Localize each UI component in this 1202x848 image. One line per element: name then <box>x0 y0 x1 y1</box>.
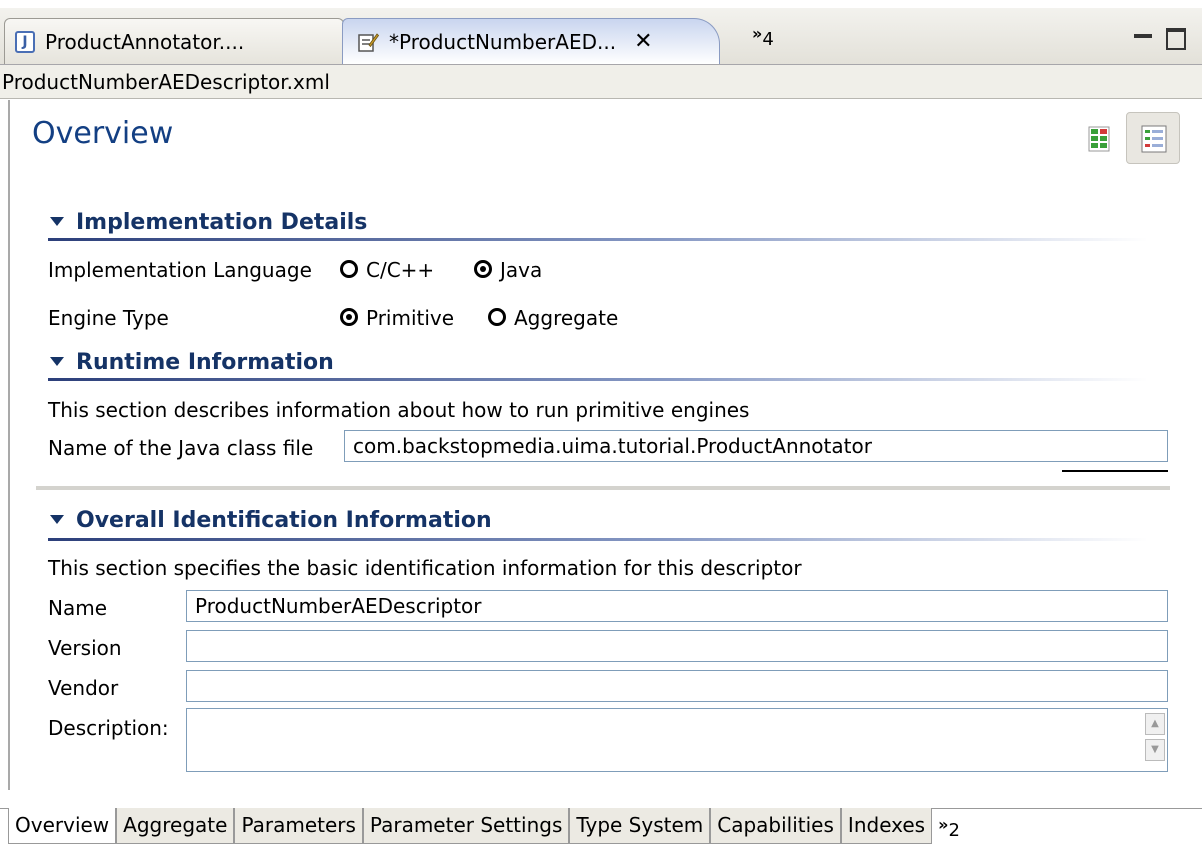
overflow-count: 4 <box>762 29 774 50</box>
description-textarea[interactable]: ▲ ▼ <box>186 708 1168 772</box>
section-heading: Implementation Details <box>76 210 368 235</box>
name-label: Name <box>48 596 108 620</box>
tab-overview[interactable]: Overview <box>8 808 117 844</box>
section-overall-identification[interactable]: Overall Identification Information <box>50 508 492 533</box>
section-runtime-information[interactable]: Runtime Information <box>50 350 334 375</box>
section-divider <box>48 238 1148 241</box>
section-divider <box>48 538 1148 541</box>
java-class-label: Name of the Java class file <box>48 436 314 460</box>
java-class-input[interactable]: com.backstopmedia.uima.tutorial.ProductA… <box>344 430 1168 462</box>
overflow-count: 2 <box>948 820 960 841</box>
editor-tab-label: *ProductNumberAED... <box>389 29 617 54</box>
xml-editor-icon <box>358 32 379 52</box>
runtime-description: This section describes information about… <box>48 398 750 422</box>
page-title: Overview <box>32 116 174 151</box>
tab-overflow-button[interactable]: »4 <box>752 24 774 50</box>
radio-cpp[interactable] <box>340 260 358 278</box>
section-divider <box>48 378 1148 381</box>
engine-type-label: Engine Type <box>48 306 169 330</box>
window-title-remnant <box>0 0 1202 8</box>
tab-capabilities[interactable]: Capabilities <box>710 808 841 844</box>
java-file-icon: J <box>15 30 35 53</box>
file-name-bar: ProductNumberAEDescriptor.xml <box>0 65 1202 99</box>
radio-cpp-label: C/C++ <box>366 258 435 282</box>
minimize-icon[interactable] <box>1134 34 1152 38</box>
tab-indexes[interactable]: Indexes <box>840 808 933 844</box>
scroll-down-icon[interactable]: ▼ <box>1145 739 1165 761</box>
close-icon[interactable]: ✕ <box>634 29 652 54</box>
version-input[interactable] <box>186 630 1168 662</box>
sash-line <box>1062 470 1168 472</box>
page-tab-overflow-button[interactable]: »2 <box>938 808 960 846</box>
list-layout-icon <box>1141 125 1167 153</box>
editor-tab-bar: J ProductAnnotator.... *ProductNumberAED… <box>0 8 1202 65</box>
implementation-language-label: Implementation Language <box>48 258 312 282</box>
section-separator[interactable] <box>36 486 1170 490</box>
vendor-input[interactable] <box>186 670 1168 702</box>
radio-java-label: Java <box>500 258 543 282</box>
vendor-label: Vendor <box>48 676 119 700</box>
tab-parameter-settings[interactable]: Parameter Settings <box>362 808 570 844</box>
list-layout-button[interactable] <box>1126 112 1180 164</box>
section-heading: Overall Identification Information <box>76 508 492 533</box>
tab-aggregate[interactable]: Aggregate <box>116 808 235 844</box>
tab-type-system[interactable]: Type System <box>569 808 711 844</box>
scroll-up-icon[interactable]: ▲ <box>1145 713 1165 735</box>
expand-triangle-icon <box>50 515 64 524</box>
page-tab-bar: Overview Aggregate Parameters Parameter … <box>8 808 960 846</box>
radio-primitive-label: Primitive <box>366 306 455 330</box>
version-label: Version <box>48 636 122 660</box>
description-label: Description: <box>48 716 169 740</box>
chevron-double-icon: » <box>938 815 949 834</box>
expand-triangle-icon <box>50 357 64 366</box>
name-input[interactable]: ProductNumberAEDescriptor <box>186 590 1168 622</box>
section-heading: Runtime Information <box>76 350 334 375</box>
radio-primitive[interactable] <box>340 308 358 326</box>
radio-aggregate-label: Aggregate <box>514 306 619 330</box>
tab-parameters[interactable]: Parameters <box>234 808 363 844</box>
expand-triangle-icon <box>50 217 64 226</box>
editor-tab-label: ProductAnnotator.... <box>45 29 245 54</box>
identification-description: This section specifies the basic identif… <box>48 556 802 580</box>
editor-tab-product-annotator[interactable]: J ProductAnnotator.... <box>4 18 344 64</box>
radio-aggregate[interactable] <box>488 308 506 326</box>
chevron-double-icon: » <box>752 24 763 43</box>
radio-java[interactable] <box>474 260 492 278</box>
section-implementation-details[interactable]: Implementation Details <box>50 210 367 235</box>
maximize-icon[interactable] <box>1166 28 1186 50</box>
editor-tab-product-number-descriptor[interactable]: *ProductNumberAED... ✕ <box>342 18 720 64</box>
grid-layout-icon[interactable] <box>1088 126 1110 152</box>
